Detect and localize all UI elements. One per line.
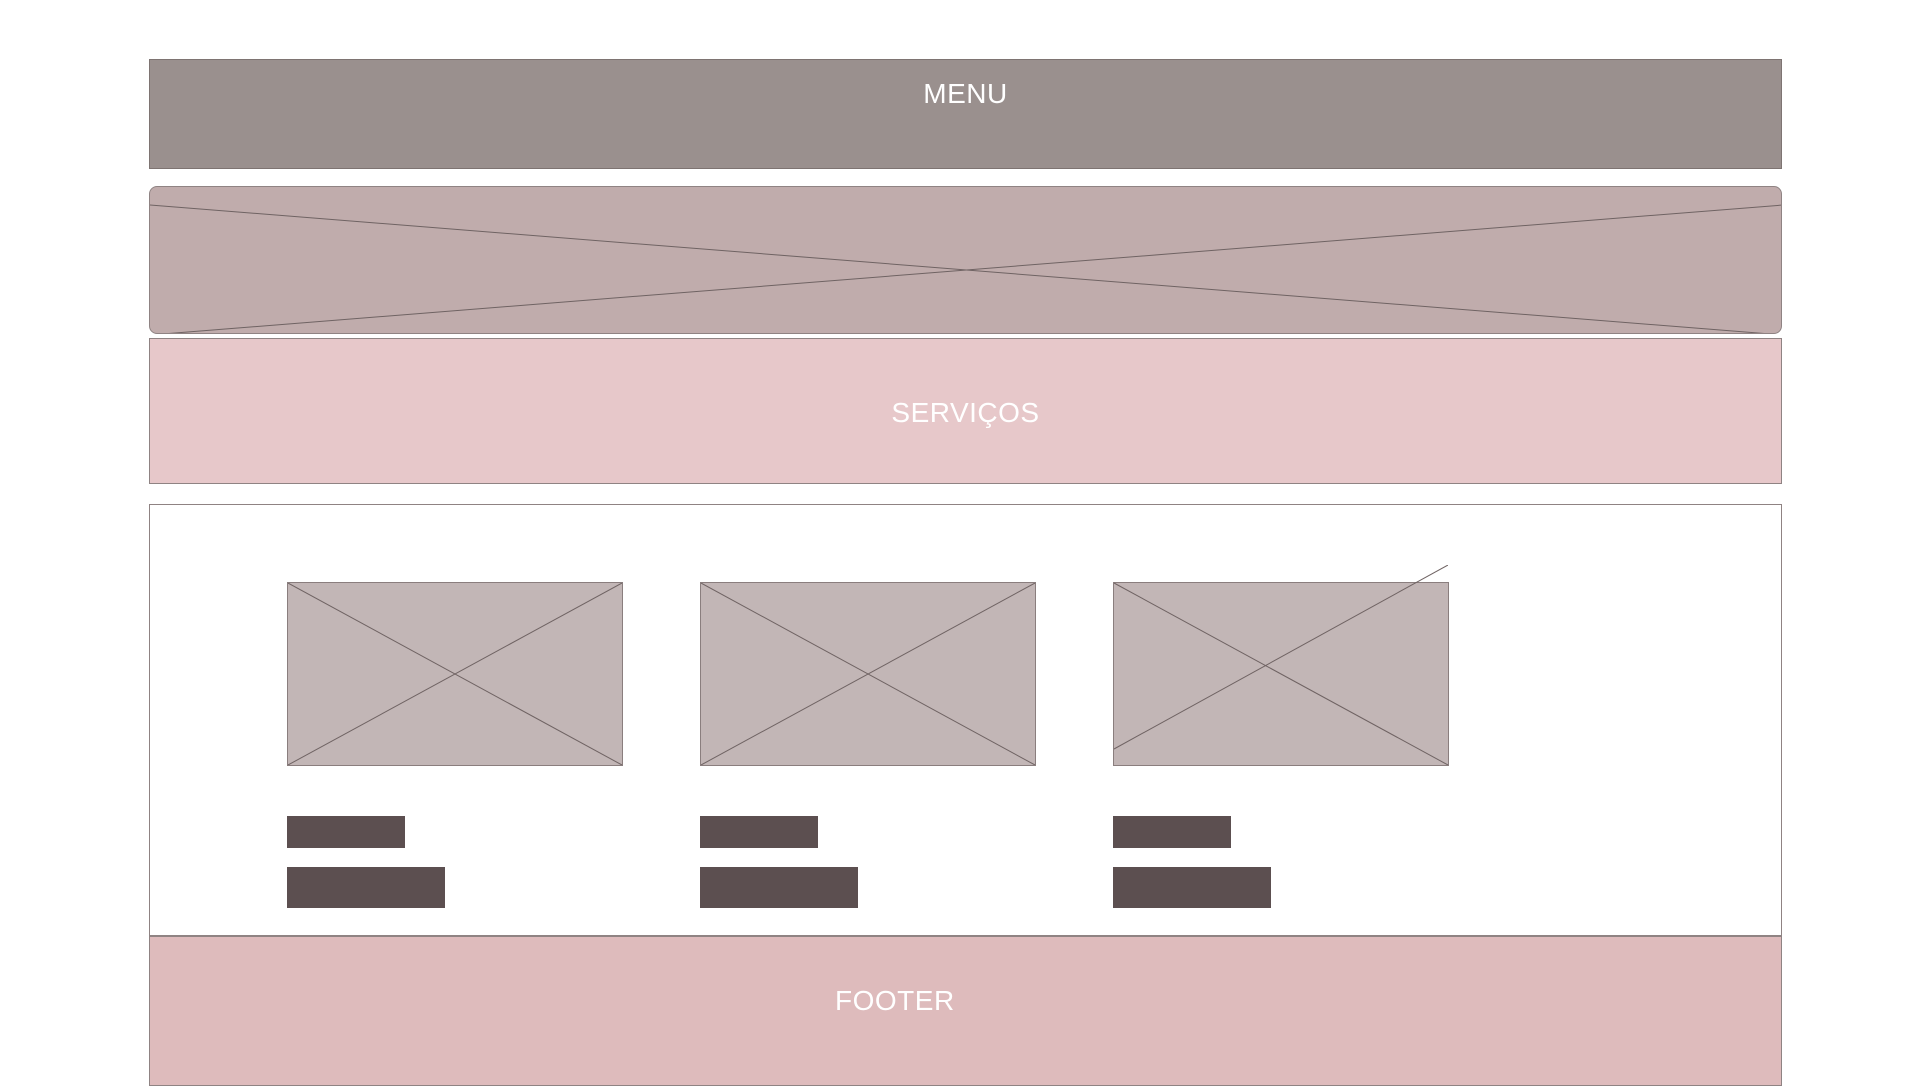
image-placeholder-icon bbox=[288, 583, 622, 765]
footer-label: FOOTER bbox=[835, 985, 955, 1016]
service-card-image-2[interactable] bbox=[700, 582, 1036, 766]
services-title: SERVIÇOS bbox=[891, 397, 1040, 428]
menu-label: MENU bbox=[923, 78, 1008, 109]
services-section-header: SERVIÇOS bbox=[149, 338, 1782, 484]
service-card-text-placeholder-2 bbox=[700, 867, 858, 908]
footer: FOOTER bbox=[149, 936, 1782, 1086]
service-card-text-placeholder-1 bbox=[287, 867, 445, 908]
hero-image-placeholder bbox=[149, 186, 1782, 334]
service-card-title-placeholder-2 bbox=[700, 816, 818, 848]
service-card-image-3[interactable] bbox=[1113, 565, 1449, 766]
image-placeholder-icon bbox=[150, 204, 1781, 333]
menu-bar[interactable]: MENU bbox=[149, 59, 1782, 169]
services-content-panel bbox=[149, 504, 1782, 936]
service-card-title-placeholder-1 bbox=[287, 816, 405, 848]
service-card-title-placeholder-3 bbox=[1113, 816, 1231, 848]
service-card-image-1[interactable] bbox=[287, 582, 623, 766]
service-card-text-placeholder-3 bbox=[1113, 867, 1271, 908]
image-placeholder-icon bbox=[701, 583, 1035, 765]
image-placeholder-icon bbox=[1114, 565, 1448, 765]
